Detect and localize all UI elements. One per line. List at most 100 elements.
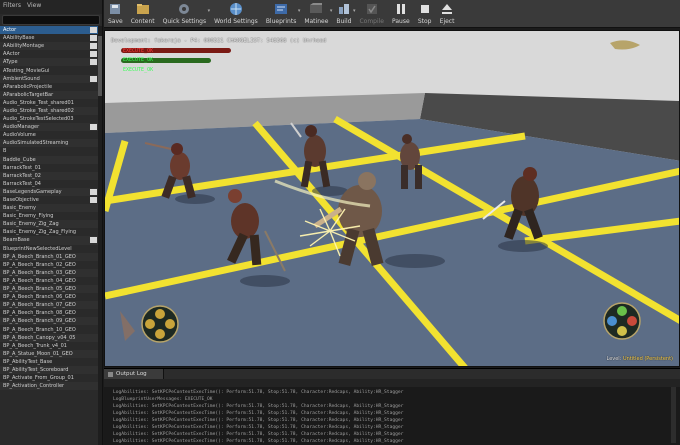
row-dropdown-icon[interactable] <box>90 43 97 50</box>
world-settings-button[interactable]: World Settings <box>210 0 262 27</box>
game-scene[interactable] <box>105 31 680 367</box>
view-menu[interactable]: View <box>27 2 41 12</box>
save-button[interactable]: Save <box>104 0 127 27</box>
outliner-row-label: AAbilityBase <box>3 35 35 42</box>
outliner-row[interactable]: AudioManager <box>0 123 102 132</box>
log-line: LogAbilities: SetKPCPeContextExecTime():… <box>113 432 404 437</box>
filters-menu[interactable]: Filters <box>3 2 21 12</box>
outliner-scrollbar[interactable] <box>98 26 102 445</box>
log-line: LogBlueprintUserMessages: EXECUTE_OK <box>113 397 213 402</box>
outliner-row[interactable]: BP_Activation_Controller <box>0 382 102 391</box>
outliner-row[interactable]: BP_A_Beech_Branch_06_GEO <box>0 293 102 301</box>
outliner-row[interactable]: BaseLegendsGameplay <box>0 187 102 196</box>
outliner-row-label: AudioManager <box>3 124 40 131</box>
row-dropdown-icon[interactable] <box>90 188 97 195</box>
row-dropdown-icon[interactable] <box>90 51 97 58</box>
outliner-row-label: Audio_StrokeTestSelected03 <box>3 116 74 123</box>
outliner-scroll-thumb[interactable] <box>98 36 102 96</box>
outliner-row[interactable]: BarrackTest_04 <box>0 180 102 188</box>
outliner-row[interactable]: BP_A_Beech_Branch_01_GEO <box>0 252 102 261</box>
outliner-row[interactable]: AParabolicProjectile <box>0 83 102 91</box>
row-dropdown-icon[interactable] <box>90 59 97 66</box>
row-dropdown-icon[interactable] <box>90 27 97 34</box>
outliner-row[interactable]: AType <box>0 58 102 67</box>
outliner-row[interactable]: BP_A_Beech_Trunk_v4_01 <box>0 342 102 350</box>
row-dropdown-icon[interactable] <box>90 124 97 131</box>
outliner-row[interactable]: AActor <box>0 50 102 58</box>
level-viewport[interactable]: Development: fakeraja - P4: 000321 CHANG… <box>104 30 680 367</box>
build-button[interactable]: Build ▾ <box>332 0 355 27</box>
outliner-row[interactable]: AudioSimulatedStreaming <box>0 139 102 148</box>
outliner-row[interactable]: BeamBase <box>0 236 102 245</box>
outliner-row-label: BP_A_Beech_Branch_04_GEO <box>3 277 76 284</box>
outliner-search-input[interactable] <box>2 15 100 25</box>
stop-icon <box>418 2 432 16</box>
pause-button[interactable]: Pause <box>388 0 414 27</box>
outliner-row[interactable]: BP_A_Statue_Moon_01_GEO <box>0 349 102 358</box>
outliner-row[interactable]: B <box>0 147 102 155</box>
eject-button[interactable]: Eject <box>436 0 459 27</box>
outliner-row[interactable]: Basic_Enemy_Zig_Zag <box>0 220 102 229</box>
outliner-row[interactable]: BP_A_Beech_Branch_10_GEO <box>0 325 102 333</box>
level-value: Untitled (Persistent) <box>622 356 673 362</box>
toolbar-button-label: Quick Settings <box>162 18 207 25</box>
quick-settings-button[interactable]: Quick Settings ▾ <box>159 0 210 27</box>
outliner-row[interactable]: AmbientSound <box>0 74 102 83</box>
outliner-row-label: Basic_Enemy_Flying <box>3 213 54 220</box>
outliner-row[interactable]: BP_A_Beech_Branch_03_GEO <box>0 268 102 277</box>
row-dropdown-icon[interactable] <box>90 197 97 204</box>
matinee-button[interactable]: Matinee ▾ <box>300 0 332 27</box>
outliner-row-label: BeamBase <box>3 237 30 244</box>
outliner-row[interactable]: BarrackTest_02 <box>0 171 102 180</box>
level-info: Level: Untitled (Persistent) <box>607 356 674 362</box>
row-dropdown-icon[interactable] <box>90 35 97 42</box>
compile-button[interactable]: Compile <box>355 0 388 27</box>
outliner-row-label: BP_AbilityTest_Base <box>3 358 53 365</box>
outliner-row-label: BP_A_Beech_Canopy_v04_05 <box>3 334 76 341</box>
outliner-row[interactable]: AAbilityMontage <box>0 42 102 51</box>
outliner-row[interactable]: BP_AbilityTest_Base <box>0 358 102 366</box>
content-button[interactable]: Content <box>127 0 159 27</box>
row-dropdown-icon[interactable] <box>90 75 97 82</box>
outliner-row[interactable]: BP_A_Beech_Branch_07_GEO <box>0 301 102 310</box>
outliner-row-label: ATesting_MovieGui <box>3 67 50 74</box>
matinee-icon <box>309 2 323 16</box>
outliner-row[interactable]: BP_Activate_From_Group_01 <box>0 374 102 382</box>
outliner-row[interactable]: BP_A_Beech_Branch_02_GEO <box>0 261 102 269</box>
log-line: LogAbilities: SetKPCPeContextExecTime():… <box>113 418 404 423</box>
outliner-row[interactable]: BP_A_Beech_Branch_08_GEO <box>0 309 102 317</box>
tab-output-log[interactable]: Output Log <box>104 369 164 379</box>
outliner-row[interactable]: BP_A_Beech_Branch_09_GEO <box>0 317 102 326</box>
outliner-row-label: BarrackTest_02 <box>3 172 41 179</box>
outliner-row[interactable]: BP_A_Beech_Branch_05_GEO <box>0 285 102 294</box>
outliner-row[interactable]: Basic_Enemy_Zig_Zag_Flying <box>0 228 102 236</box>
outliner-row-label: Audio_Stroke_Test_shared01 <box>3 99 74 106</box>
output-log-scrollbar[interactable] <box>671 387 676 443</box>
outliner-row[interactable]: AudioVolume <box>0 131 102 139</box>
blueprints-button[interactable]: Blueprints ▾ <box>262 0 300 27</box>
outliner-row[interactable]: BlueprintNewSelectedLevel <box>0 245 102 253</box>
outliner-row[interactable]: BP_A_Beech_Canopy_v04_05 <box>0 333 102 342</box>
outliner-row[interactable]: AAbilityBase <box>0 34 102 42</box>
outliner-row[interactable]: Actor <box>0 26 102 35</box>
outliner-row[interactable]: Baddie_Cube <box>0 155 102 164</box>
outliner-row[interactable]: Audio_StrokeTestSelected03 <box>0 115 102 123</box>
outliner-row-label: BP_A_Statue_Moon_01_GEO <box>3 350 73 357</box>
outliner-row[interactable]: Basic_Enemy <box>0 204 102 213</box>
outliner-row-label: BarrackTest_04 <box>3 180 41 187</box>
outliner-row[interactable]: Audio_Stroke_Test_shared02 <box>0 106 102 116</box>
outliner-row[interactable]: Basic_Enemy_Flying <box>0 212 102 220</box>
outliner-row-label: BaseLegendsGameplay <box>3 188 62 195</box>
outliner-row[interactable]: Audio_Stroke_Test_shared01 <box>0 99 102 107</box>
outliner-row[interactable]: ATesting_MovieGui <box>0 66 102 74</box>
outliner-row[interactable]: BP_AbilityTest_Scoreboard <box>0 365 102 375</box>
stop-button[interactable]: Stop <box>414 0 436 27</box>
outliner-row[interactable]: BP_A_Beech_Branch_04_GEO <box>0 277 102 285</box>
outliner-row[interactable]: BarrackTest_01 <box>0 164 102 172</box>
output-log-panel: Output Log LogAbilities: SetKPCPeContext… <box>104 368 680 445</box>
outliner-row[interactable]: AParabolicTargetBar <box>0 90 102 99</box>
row-dropdown-icon[interactable] <box>90 237 97 244</box>
outliner-row[interactable]: BaseObjective <box>0 196 102 204</box>
compile-icon <box>365 2 379 16</box>
outliner-row-label: AAbilityMontage <box>3 43 45 50</box>
